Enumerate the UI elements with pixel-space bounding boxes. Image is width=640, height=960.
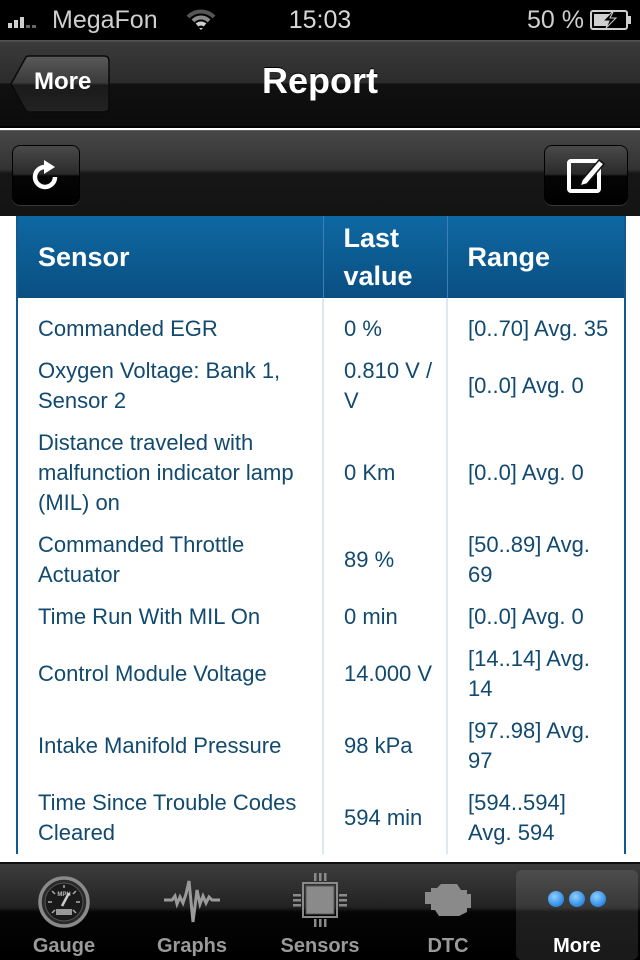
table-row: Intake Manifold Pressure 98 kPa [97..98] A… [17, 710, 625, 782]
range-cell: [0..0] Avg. 0 [468, 373, 584, 398]
battery-charging-icon [590, 10, 631, 30]
last-value-cell: 594 min [323, 782, 448, 854]
range-cell: [0..0] Avg. 0 [468, 604, 584, 629]
table-row: Time Run With MIL On 0 min [0..0] Avg. 0 [17, 596, 625, 638]
sensor-name-cell: Intake Manifold Pressure [17, 710, 324, 782]
battery-percent: 50 % [527, 6, 584, 34]
tab-gauge-label: Gauge [32, 935, 96, 957]
compose-button[interactable] [544, 145, 628, 205]
range-cell: [0..0] Avg. 0 [468, 460, 584, 485]
sensor-name-cell: Time Run With MIL On [17, 596, 324, 638]
status-bar: MegaFon 15:03 50 % [0, 0, 640, 40]
last-value-cell: 89 % [323, 524, 448, 596]
graph-wave-icon [164, 880, 220, 923]
tab-sensors[interactable]: Sensors [256, 864, 384, 960]
header-last-line2: value [343, 261, 413, 291]
tab-more[interactable]: More [516, 870, 638, 960]
tab-graphs-label: Graphs [156, 935, 228, 957]
tab-sensors-label: Sensors [280, 935, 360, 957]
tab-dtc[interactable]: DTC [384, 864, 512, 960]
last-value-cell: 98 kPa [323, 710, 448, 782]
header-sensor: Sensor [17, 216, 324, 298]
sensor-name-cell: Commanded Throttle Actuator [17, 524, 324, 596]
table-header-row: Sensor Last value Range [17, 216, 625, 298]
tab-gauge[interactable]: MPH Gauge [0, 864, 128, 960]
range-cell: [50..89] Avg. 69 [468, 532, 590, 587]
engine-icon [425, 884, 471, 916]
header-last-value: Last value [323, 216, 448, 298]
table-row: Control Module Voltage 14.000 V [14..14] A… [17, 638, 625, 710]
more-dots-icon [548, 891, 606, 907]
sensor-name-cell: Control Module Voltage [17, 638, 324, 710]
last-value-cell: 0 min [323, 596, 448, 638]
tab-more-label: More [553, 935, 601, 957]
sensor-name-cell: Time Since Trouble Codes Cleared [17, 782, 324, 854]
table-row: Commanded Throttle Actuator 89 % [50..89] … [17, 524, 625, 596]
table-body: Commanded EGR 0 % [0..70] Avg. 35 Oxygen Vo… [17, 298, 625, 854]
sensor-report-table: Sensor Last value Range Commanded EGR 0 % [… [16, 216, 626, 854]
sensor-name-cell: Distance traveled with malfunction indic… [17, 422, 324, 524]
last-value-cell: 14.000 V [323, 638, 448, 710]
range-cell: [97..98] Avg. 97 [468, 718, 590, 773]
header-range: Range [447, 216, 625, 298]
tab-graphs[interactable]: Graphs [128, 864, 256, 960]
range-cell: [594..594] Avg. 594 [468, 790, 566, 845]
tab-dtc-label: DTC [427, 935, 469, 957]
header-last-line1: Last [343, 223, 400, 253]
tab-bar: MPH Gauge Graphs Sensors DTC More [0, 862, 640, 960]
navigation-bar: More Report [0, 40, 640, 128]
range-cell: [0..70] Avg. 35 [468, 316, 609, 341]
table-row: Distance traveled with malfunction indic… [17, 422, 625, 524]
report-content[interactable]: Sensor Last value Range Commanded EGR 0 % [… [0, 216, 640, 862]
page-title: Report [262, 60, 378, 101]
sensor-name-cell: Oxygen Voltage: Bank 1, Sensor 2 [17, 350, 324, 422]
table-row: Time Since Trouble Codes Cleared 594 min [… [17, 782, 625, 854]
gauge-icon: MPH [38, 876, 90, 928]
range-cell: [14..14] Avg. 14 [468, 646, 590, 701]
table-row: Oxygen Voltage: Bank 1, Sensor 2 0.810 V … [17, 350, 625, 422]
sensor-name-cell: Commanded EGR [17, 298, 324, 350]
refresh-icon [32, 160, 58, 190]
compose-icon [567, 158, 606, 193]
toolbar [0, 130, 640, 216]
table-row: Commanded EGR 0 % [0..70] Avg. 35 [17, 298, 625, 350]
last-value-cell: 0 Km [323, 422, 448, 524]
last-value-cell: 0 % [323, 298, 448, 350]
refresh-button[interactable] [12, 145, 80, 205]
chip-icon [293, 873, 347, 927]
last-value-cell: 0.810 V / V [323, 350, 448, 422]
